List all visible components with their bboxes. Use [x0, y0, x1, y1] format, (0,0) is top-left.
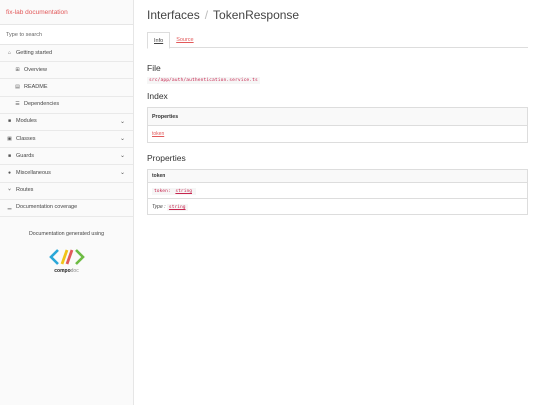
book-icon: ▤ [15, 83, 20, 90]
sidebar-item-modules[interactable]: ■ Modules ⌄ [0, 114, 133, 131]
sidebar-item-overview[interactable]: ⊞ Overview [0, 62, 133, 80]
search-input[interactable] [0, 25, 133, 44]
search-box [0, 25, 133, 45]
type-label: Type : [152, 203, 166, 210]
home-icon: ⌂ [7, 49, 12, 56]
sidebar-item-label: Documentation coverage [16, 204, 78, 211]
sidebar-item-label: README [24, 83, 48, 90]
tab-info[interactable]: Info [147, 32, 171, 49]
property-signature-row: token: string [147, 182, 528, 199]
index-table-header: Properties [147, 107, 528, 126]
brand-title[interactable]: fix-lab documentation [0, 0, 133, 25]
sidebar-item-getting-started[interactable]: ⌂ Getting started [0, 45, 133, 63]
index-table-header-row: Properties [147, 107, 528, 126]
compodoc-logo-icon [48, 248, 85, 265]
sidebar-item-label: Classes [16, 135, 36, 142]
property-name-row: token [147, 169, 528, 183]
archive-icon: ■ [7, 118, 12, 125]
signature-name: token: [154, 188, 171, 194]
tab-source[interactable]: Source [170, 32, 199, 47]
index-table: Properties token [147, 107, 528, 143]
breadcrumb: Interfaces / TokenResponse [147, 8, 528, 22]
type-value-link[interactable]: string [166, 203, 188, 211]
sidebar-nav: ⌂ Getting started ⊞ Overview ▤ README ☰ Depende… [0, 45, 133, 217]
file-heading: File [147, 63, 161, 73]
sidebar-item-label: Guards [16, 152, 35, 159]
breadcrumb-section: Interfaces [147, 8, 200, 22]
sidebar-item-routes[interactable]: ⑂ Routes [0, 183, 133, 200]
file-icon: ▣ [7, 135, 12, 142]
sidebar-item-label: Routes [16, 187, 34, 194]
route-icon: ⑂ [7, 187, 11, 194]
list-icon: ☰ [15, 101, 20, 108]
property-type-cell: Type : string [147, 198, 528, 215]
index-table-row: token [147, 125, 528, 143]
property-type-row: Type : string [147, 198, 528, 215]
sidebar-item-label: Getting started [16, 49, 53, 56]
properties-heading: Properties [147, 153, 186, 163]
breadcrumb-separator: / [204, 8, 209, 22]
lock-icon: ■ [7, 152, 12, 159]
sidebar-item-documentation-coverage[interactable]: ▁ Documentation coverage [0, 200, 133, 217]
property-signature: token: string [152, 187, 196, 195]
compodoc-logo[interactable]: compodoc [37, 247, 97, 274]
sidebar-item-miscellaneous[interactable]: ● Miscellaneous ⌄ [0, 165, 133, 183]
sidebar: fix-lab documentation ⌂ Getting started ⊞ O… [0, 0, 134, 405]
chevron-down-icon[interactable]: ⌄ [120, 165, 125, 182]
compodoc-logo-text: compodoc [54, 267, 79, 274]
property-name: token [147, 169, 528, 183]
generated-by-text: Documentation generated using [28, 230, 105, 237]
sidebar-item-label: Overview [24, 66, 47, 73]
property-signature-cell: token: string [147, 182, 528, 199]
index-heading: Index [147, 91, 168, 101]
sidebar-item-label: Miscellaneous [16, 169, 51, 176]
signature-type-link[interactable]: string [173, 187, 194, 195]
chevron-down-icon[interactable]: ⌄ [120, 148, 125, 165]
sidebar-item-label: Dependencies [24, 101, 60, 108]
property-table: token token: string Type : string [147, 169, 528, 215]
sidebar-item-label: Modules [16, 118, 37, 125]
main-content: Interfaces / TokenResponse Info Source Fil… [147, 0, 528, 215]
bar-chart-icon: ▁ [7, 204, 12, 211]
breadcrumb-current: TokenResponse [213, 8, 300, 22]
sidebar-item-guards[interactable]: ■ Guards ⌄ [0, 148, 133, 166]
chevron-down-icon[interactable]: ⌄ [120, 114, 125, 131]
sidebar-item-classes[interactable]: ▣ Classes ⌄ [0, 131, 133, 149]
file-path: src/app/auth/authentication.service.ts [147, 77, 260, 84]
chevron-down-icon[interactable]: ⌄ [120, 131, 125, 148]
index-item-cell: token [147, 125, 528, 143]
sidebar-item-dependencies[interactable]: ☰ Dependencies [0, 97, 133, 114]
index-item-token-link[interactable]: token [152, 131, 164, 137]
sidebar-item-readme[interactable]: ▤ README [0, 79, 133, 97]
cube-icon: ● [7, 169, 12, 176]
tab-bar: Info Source [147, 32, 528, 49]
grid-icon: ⊞ [15, 66, 20, 73]
